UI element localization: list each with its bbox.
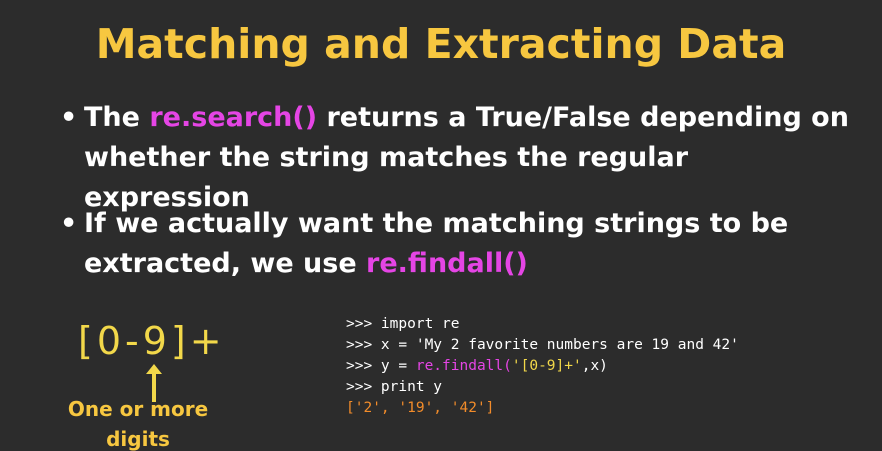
code-rest: ,x) bbox=[581, 358, 608, 374]
code-line: >>> y = re.findall('[0-9]+',x) bbox=[346, 356, 739, 377]
bullet-text-start: The bbox=[84, 102, 150, 133]
regex-example: [0-9]+ bbox=[78, 319, 226, 363]
slide-title: Matching and Extracting Data bbox=[95, 20, 787, 68]
code-line: >>> x = 'My 2 favorite numbers are 19 an… bbox=[346, 337, 739, 353]
bullet-dot: • bbox=[60, 208, 78, 239]
code-line: >>> import re bbox=[346, 316, 460, 332]
code-output: ['2', '19', '42'] bbox=[346, 400, 495, 416]
code-block: >>> import re >>> x = 'My 2 favorite numb… bbox=[346, 314, 739, 419]
bullet-point-findall: • If we actually want the matching strin… bbox=[60, 204, 860, 284]
bullet-dot: • bbox=[60, 102, 78, 133]
slide: Matching and Extracting Data • The re.se… bbox=[0, 0, 882, 451]
code-string: '[0-9]+' bbox=[511, 358, 582, 374]
regex-caption: One or more digits bbox=[67, 397, 209, 451]
bullet-code-highlight: re.search() bbox=[149, 102, 318, 133]
code-line: >>> print y bbox=[346, 379, 443, 395]
bullet-code-highlight: re.findall() bbox=[366, 248, 528, 279]
bullet-point-search: • The re.search() returns a True/False d… bbox=[60, 98, 860, 218]
code-prompt: >>> y = bbox=[346, 358, 416, 374]
code-function: re.findall( bbox=[415, 358, 512, 374]
